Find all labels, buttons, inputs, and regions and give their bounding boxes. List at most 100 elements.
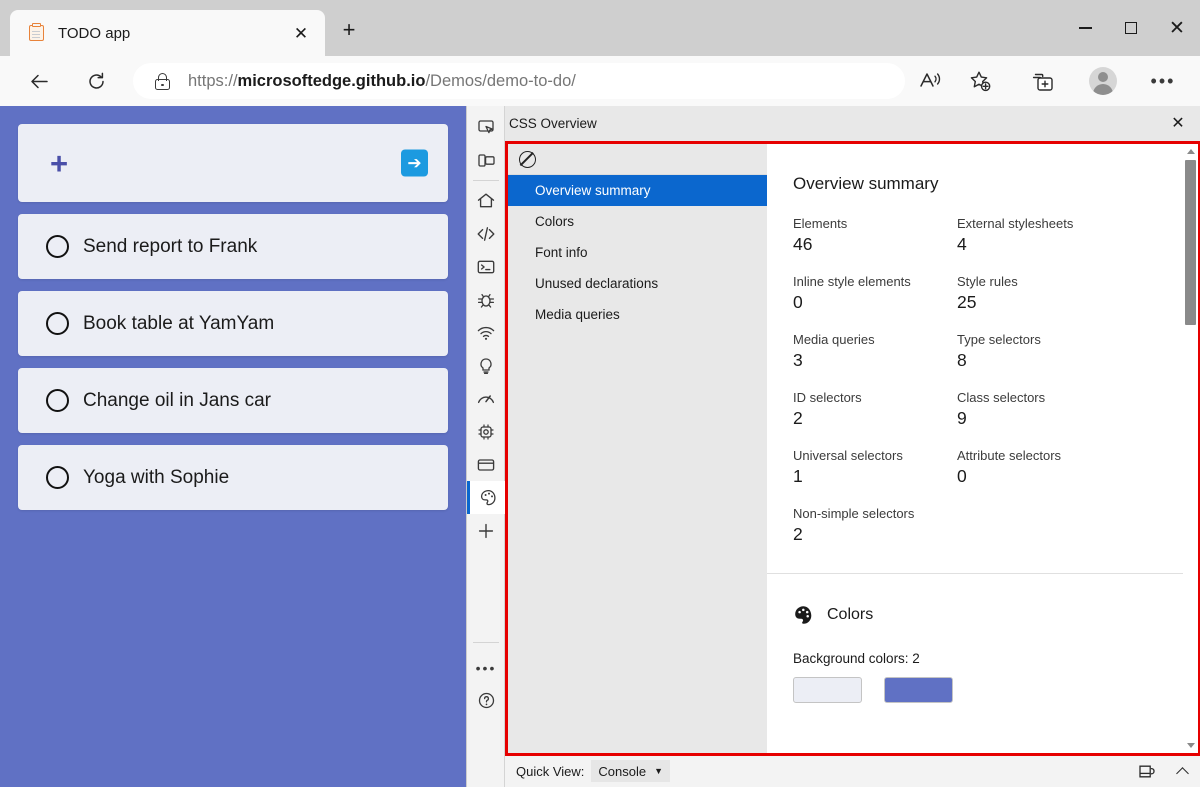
- stat-universal-selectors: Universal selectors 1: [793, 448, 957, 487]
- css-overview-toolbar: [508, 144, 767, 175]
- welcome-home-icon[interactable]: [467, 184, 505, 217]
- issues-lightbulb-icon[interactable]: [467, 349, 505, 382]
- stat-inline-style-elements: Inline style elements 0: [793, 274, 957, 313]
- todo-list-item[interactable]: Book table at YamYam: [18, 291, 448, 356]
- console-terminal-icon[interactable]: [467, 250, 505, 283]
- overview-summary-section: Overview summary Elements 46 External st…: [767, 144, 1198, 703]
- collections-icon[interactable]: [1025, 62, 1063, 100]
- add-todo-row[interactable]: + ➔: [18, 124, 448, 202]
- sidebar-item-media-queries[interactable]: Media queries: [508, 299, 767, 330]
- more-options-icon[interactable]: •••: [1144, 62, 1182, 100]
- read-aloud-icon[interactable]: [912, 62, 950, 100]
- background-colors-label: Background colors: 2: [793, 651, 1198, 666]
- bottom-bar-actions: [1135, 760, 1193, 782]
- url-path: /Demos/demo-to-do/: [425, 72, 575, 90]
- sidebar-item-overview-summary[interactable]: Overview summary: [508, 175, 767, 206]
- palette-icon: [793, 604, 814, 625]
- back-arrow-icon[interactable]: [20, 62, 58, 100]
- url-prefix: https://: [188, 72, 238, 90]
- elements-code-icon[interactable]: [467, 217, 505, 250]
- sidebar-item-label: Colors: [535, 214, 574, 229]
- todo-list-item[interactable]: Change oil in Jans car: [18, 368, 448, 433]
- colors-heading: Colors: [827, 606, 873, 624]
- tab-title: TODO app: [58, 25, 130, 42]
- address-bar[interactable]: https://microsoftedge.github.io/Demos/de…: [133, 63, 905, 99]
- todo-checkbox-icon[interactable]: [46, 389, 69, 412]
- memory-chip-icon[interactable]: [467, 415, 505, 448]
- device-emulation-icon[interactable]: [467, 144, 505, 177]
- overview-stats-grid: Elements 46 External stylesheets 4 Inlin…: [793, 216, 1198, 545]
- chevron-down-icon: ▼: [654, 767, 663, 776]
- todo-label: Book table at YamYam: [83, 313, 274, 335]
- browser-window: TODO app ✕ + ✕ https://microsoftedge.git…: [0, 0, 1200, 787]
- maximize-icon[interactable]: [1108, 0, 1154, 56]
- sidebar-item-label: Overview summary: [535, 183, 651, 198]
- css-overview-icon[interactable]: [467, 481, 505, 514]
- sidebar-item-label: Media queries: [535, 307, 620, 322]
- stat-type-selectors: Type selectors 8: [957, 332, 1121, 371]
- console-drawer-icon[interactable]: [1135, 760, 1157, 782]
- new-tab-button[interactable]: +: [335, 16, 363, 44]
- stat-media-queries: Media queries 3: [793, 332, 957, 371]
- section-divider: [767, 573, 1198, 574]
- todo-checkbox-icon[interactable]: [46, 466, 69, 489]
- performance-gauge-icon[interactable]: [467, 382, 505, 415]
- devtools-bottom-bar: Quick View: Console ▼: [505, 754, 1200, 787]
- css-overview-sidebar: Overview summary Colors Font info Unused…: [508, 144, 767, 753]
- panel-close-icon[interactable]: ✕: [1168, 114, 1188, 134]
- url-text: https://microsoftedge.github.io/Demos/de…: [188, 72, 576, 91]
- todo-label: Yoga with Sophie: [83, 467, 229, 489]
- todo-label: Send report to Frank: [83, 236, 257, 258]
- add-favorite-icon[interactable]: [961, 62, 999, 100]
- stat-elements: Elements 46: [793, 216, 957, 255]
- browser-tab[interactable]: TODO app ✕: [10, 10, 325, 56]
- lock-icon: [155, 73, 170, 90]
- devtools-panel-header: CSS Overview ✕: [505, 106, 1200, 141]
- application-window-icon[interactable]: [467, 448, 505, 481]
- devtools-panel: ••• CSS Overview ✕ Overview summary: [466, 106, 1200, 787]
- help-question-icon[interactable]: [467, 684, 505, 717]
- color-swatch[interactable]: [884, 677, 953, 703]
- scrollbar-thumb[interactable]: [1185, 160, 1196, 325]
- minimize-icon[interactable]: [1062, 0, 1108, 56]
- stat-attribute-selectors: Attribute selectors 0: [957, 448, 1121, 487]
- quick-view-value: Console: [598, 764, 646, 779]
- window-close-icon[interactable]: ✕: [1154, 0, 1200, 56]
- clear-overview-icon[interactable]: [519, 151, 536, 168]
- clipboard-icon: [28, 24, 46, 42]
- inspect-element-icon[interactable]: [467, 111, 505, 144]
- css-overview-content: Overview summary Elements 46 External st…: [767, 144, 1198, 753]
- close-icon[interactable]: ✕: [289, 21, 313, 45]
- page-title: Overview summary: [793, 174, 1198, 194]
- todo-checkbox-icon[interactable]: [46, 235, 69, 258]
- todo-list-item[interactable]: Send report to Frank: [18, 214, 448, 279]
- scroll-up-arrow-icon[interactable]: [1183, 144, 1198, 159]
- title-bar: TODO app ✕ + ✕: [0, 0, 1200, 56]
- devtools-activity-bar: •••: [467, 106, 505, 787]
- sidebar-item-colors[interactable]: Colors: [508, 206, 767, 237]
- add-tool-plus-icon[interactable]: [467, 514, 505, 547]
- window-controls: ✕: [1062, 0, 1200, 56]
- content-scrollbar[interactable]: [1183, 144, 1198, 753]
- todo-checkbox-icon[interactable]: [46, 312, 69, 335]
- quick-view-select[interactable]: Console ▼: [591, 760, 670, 782]
- sidebar-item-unused-declarations[interactable]: Unused declarations: [508, 268, 767, 299]
- colors-section-header: Colors: [793, 604, 1198, 625]
- sources-debugger-icon[interactable]: [467, 283, 505, 316]
- color-swatch[interactable]: [793, 677, 862, 703]
- profile-avatar-icon[interactable]: [1084, 62, 1122, 100]
- refresh-icon[interactable]: [77, 62, 115, 100]
- sidebar-item-label: Font info: [535, 245, 588, 260]
- stat-non-simple-selectors: Non-simple selectors 2: [793, 506, 957, 545]
- sidebar-item-font-info[interactable]: Font info: [508, 237, 767, 268]
- network-wifi-icon[interactable]: [467, 316, 505, 349]
- more-tools-dots-icon[interactable]: •••: [467, 651, 505, 684]
- todo-label: Change oil in Jans car: [83, 390, 271, 412]
- add-plus-icon: +: [50, 148, 68, 179]
- stat-external-stylesheets: External stylesheets 4: [957, 216, 1121, 255]
- scroll-down-arrow-icon[interactable]: [1183, 738, 1198, 753]
- background-color-swatches: [793, 677, 1198, 703]
- submit-todo-button[interactable]: ➔: [401, 150, 428, 177]
- todo-list-item[interactable]: Yoga with Sophie: [18, 445, 448, 510]
- chevron-up-icon[interactable]: [1171, 760, 1193, 782]
